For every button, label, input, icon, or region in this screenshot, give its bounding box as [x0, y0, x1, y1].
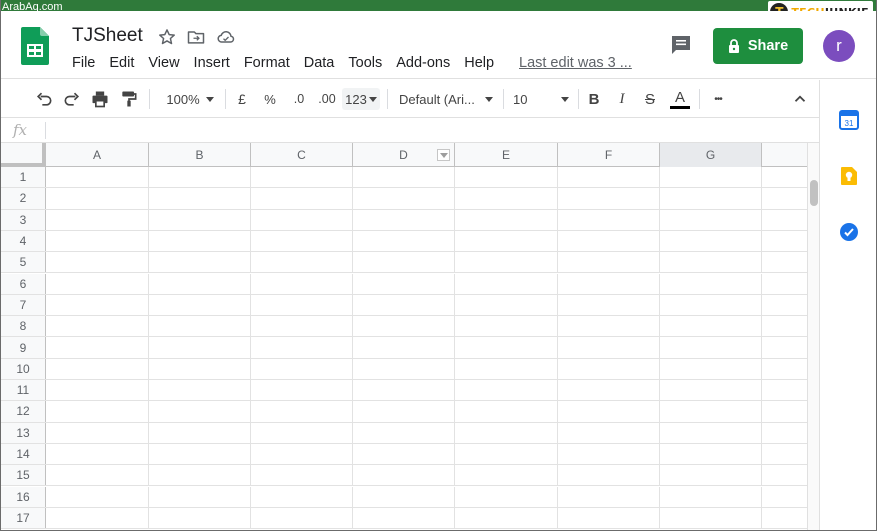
window-frame [0, 0, 877, 531]
